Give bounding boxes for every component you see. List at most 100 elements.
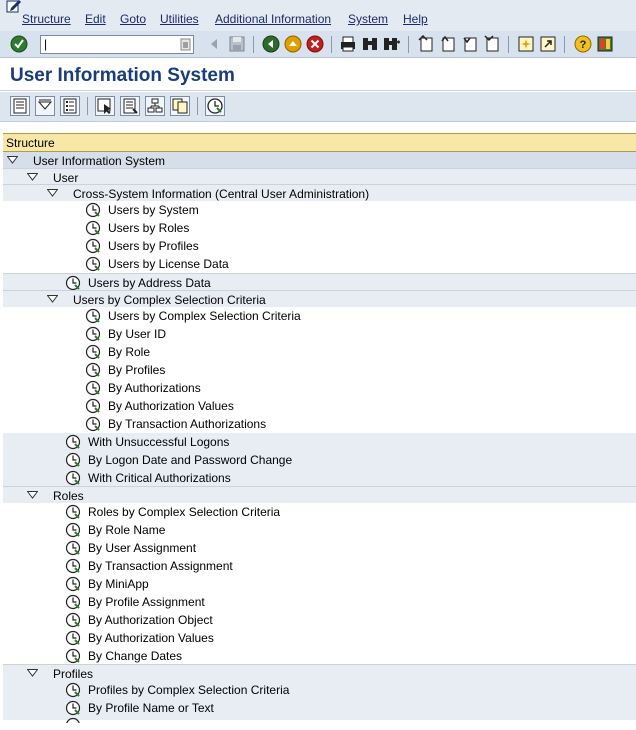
tree-leaf-label: Users by License Data: [108, 257, 229, 271]
tree-leaf-by-transaction-assignment[interactable]: By Transaction Assignment: [3, 557, 636, 575]
tree-leaf-label: With Critical Authorizations: [88, 471, 231, 485]
tree-leaf-users-by-system[interactable]: Users by System: [3, 201, 636, 219]
chevron-down-icon[interactable]: [7, 156, 18, 164]
create-session-icon[interactable]: [517, 35, 535, 53]
expand-subtree-button[interactable]: [10, 96, 30, 116]
back-icon[interactable]: [262, 35, 280, 53]
chevron-down-icon[interactable]: [47, 189, 58, 197]
chevron-down-icon[interactable]: [27, 491, 38, 499]
tree-leaf-label: Roles by Complex Selection Criteria: [88, 505, 281, 519]
tree-leaf-label: With Unsuccessful Logons: [88, 435, 230, 449]
tree-leaf-label: By Authorization Values: [88, 631, 214, 645]
expand-subtree-icon: [13, 98, 27, 114]
cancel-icon[interactable]: [306, 35, 324, 53]
chevron-down-icon[interactable]: [27, 669, 38, 677]
execute-clock-icon: [85, 362, 101, 378]
execute-clock-icon: [65, 522, 81, 538]
execute-clock-icon: [65, 434, 81, 450]
tree-leaf-users-by-roles[interactable]: Users by Roles: [3, 219, 636, 237]
menu-edit[interactable]: Edit: [85, 12, 106, 26]
back-arrow-disabled-icon[interactable]: [206, 35, 224, 53]
tree-leaf-by-role-name[interactable]: By Role Name: [3, 521, 636, 539]
first-page-icon[interactable]: [417, 35, 435, 53]
select-button[interactable]: [95, 96, 115, 116]
tree-leaf-by-logon-date-and-password-change[interactable]: By Logon Date and Password Change: [3, 451, 636, 469]
where-used-button[interactable]: [145, 96, 165, 116]
tree-leaf-users-by-license-data[interactable]: Users by License Data: [3, 255, 636, 273]
collapse-subtree-button[interactable]: [35, 96, 55, 116]
menu-help[interactable]: Help: [403, 12, 428, 26]
find-next-icon[interactable]: [383, 35, 401, 53]
tree-leaf-by-profile-assignment[interactable]: By Profile Assignment: [3, 593, 636, 611]
document-icon: [123, 98, 138, 114]
command-field[interactable]: |: [40, 35, 194, 54]
execute-clock-icon: [65, 275, 81, 291]
tree-leaf-users-by-profiles[interactable]: Users by Profiles: [3, 237, 636, 255]
next-page-icon[interactable]: [461, 35, 479, 53]
tree-leaf-by-transaction-authorizations[interactable]: By Transaction Authorizations: [3, 415, 636, 433]
shortcut-icon[interactable]: [539, 35, 557, 53]
find-icon[interactable]: [361, 35, 379, 53]
help-icon[interactable]: ?: [574, 35, 592, 53]
tree-node-cross-system-information[interactable]: Cross-System Information (Central User A…: [3, 184, 636, 202]
execute-clock-icon: [85, 202, 101, 218]
tree-leaf-with-critical-authorizations[interactable]: With Critical Authorizations: [3, 469, 636, 487]
tree-leaf-by-profile-name-or-text[interactable]: By Profile Name or Text: [3, 699, 636, 717]
tree-leaf-label: By Role Name: [88, 523, 166, 537]
chevron-down-icon[interactable]: [47, 295, 58, 303]
execute-clock-icon: [65, 540, 81, 556]
previous-page-icon[interactable]: [439, 35, 457, 53]
tree-node-label: User: [53, 171, 79, 185]
execute-clock-icon: [65, 682, 81, 698]
toolbar-separator: [408, 36, 409, 53]
execute-clock-icon: [65, 558, 81, 574]
title-bar: User Information System: [0, 58, 636, 91]
print-icon[interactable]: [339, 35, 357, 53]
tree-leaf-by-authorization-object[interactable]: By Authorization Object: [3, 611, 636, 629]
tree-node-users-by-complex-selection[interactable]: Users by Complex Selection Criteria: [3, 290, 636, 308]
expand-all-button[interactable]: [60, 96, 80, 116]
tree-leaf-users-by-complex-selection-criteria[interactable]: Users by Complex Selection Criteria: [3, 307, 636, 325]
tree-leaf-users-by-address-data[interactable]: Users by Address Data: [3, 273, 636, 291]
command-history-icon[interactable]: [180, 38, 191, 51]
tree-leaf-by-authorization-values-roles[interactable]: By Authorization Values: [3, 629, 636, 647]
documentation-button[interactable]: [120, 96, 140, 116]
execute-clock-icon: [65, 470, 81, 486]
collapse-subtree-icon: [37, 99, 53, 110]
copy-button[interactable]: [170, 96, 190, 116]
menu-structure[interactable]: Structure: [22, 12, 71, 26]
tree-column-header: Structure: [3, 133, 636, 152]
system-menu-icon[interactable]: [6, 0, 22, 14]
menu-utilities[interactable]: Utilities: [160, 12, 199, 26]
tree-leaf-by-authorization-values[interactable]: By Authorization Values: [3, 397, 636, 415]
tree-node-profiles[interactable]: Profiles: [3, 664, 636, 682]
menu-goto[interactable]: Goto: [120, 12, 146, 26]
tree-leaf-by-profiles[interactable]: By Profiles: [3, 361, 636, 379]
chevron-down-icon[interactable]: [27, 173, 38, 181]
last-page-icon[interactable]: [483, 35, 501, 53]
execute-clock-icon: [65, 576, 81, 592]
execute-button[interactable]: [205, 96, 225, 116]
enter-icon[interactable]: [10, 35, 28, 53]
tree-leaf-by-user-assignment[interactable]: By User Assignment: [3, 539, 636, 557]
tree-leaf-label: By Profile Name or Text: [88, 701, 214, 715]
tree-leaf-by-authorizations[interactable]: By Authorizations: [3, 379, 636, 397]
tree-leaf-by-change-dates[interactable]: By Change Dates: [3, 647, 636, 665]
tree-leaf-by-user-id[interactable]: By User ID: [3, 325, 636, 343]
tree-leaf-with-unsuccessful-logons[interactable]: With Unsuccessful Logons: [3, 433, 636, 451]
tree-leaf-label: By Authorization Object: [88, 613, 213, 627]
layout-menu-icon[interactable]: [596, 35, 614, 53]
tree-leaf-profiles-by-complex-selection-criteria[interactable]: Profiles by Complex Selection Criteria: [3, 681, 636, 699]
tree-leaf-label: Users by Roles: [108, 221, 190, 235]
tree-leaf-by-miniapp[interactable]: By MiniApp: [3, 575, 636, 593]
tree-node-roles[interactable]: Roles: [3, 486, 636, 504]
exit-icon[interactable]: [284, 35, 302, 53]
toolbar-separator: [564, 36, 565, 53]
menu-additional-information[interactable]: Additional Information: [215, 12, 331, 26]
tree-leaf-by-role[interactable]: By Role: [3, 343, 636, 361]
standard-toolbar: | ?: [0, 31, 636, 58]
execute-clock-icon: [85, 238, 101, 254]
menu-system[interactable]: System: [348, 12, 388, 26]
save-icon[interactable]: [228, 35, 246, 53]
tree-leaf-roles-by-complex-selection-criteria[interactable]: Roles by Complex Selection Criteria: [3, 503, 636, 521]
